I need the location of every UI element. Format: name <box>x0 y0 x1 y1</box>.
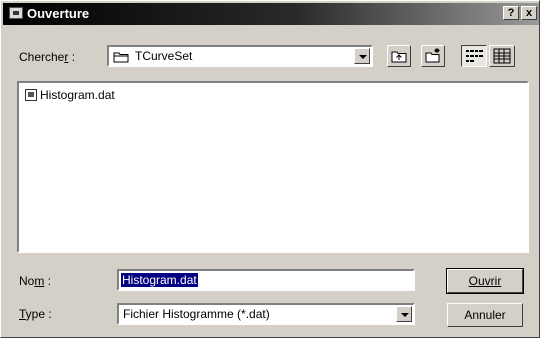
title-bar[interactable]: Ouverture ? x <box>3 3 539 25</box>
file-list[interactable]: Histogram.dat <box>17 81 529 253</box>
filetype-label: Type : <box>19 307 52 321</box>
filetype-label-text: ype : <box>25 307 52 321</box>
help-button[interactable]: ? <box>503 6 519 20</box>
file-item-label: Histogram.dat <box>40 88 115 102</box>
filetype-value: Fichier Histogramme (*.dat) <box>123 307 270 321</box>
filetype-label-accel: T <box>19 307 26 321</box>
document-icon <box>25 89 37 101</box>
lookin-label-colon: : <box>68 50 76 64</box>
open-dialog: Ouverture ? x Chercher : TCurveSet Histo… <box>0 0 540 338</box>
details-view-icon <box>493 48 511 64</box>
filetype-dropdown-arrow[interactable] <box>396 306 412 322</box>
open-button-label: Ouvrir <box>468 274 502 288</box>
details-view-button[interactable] <box>489 45 515 67</box>
filename-input[interactable]: Histogram.dat <box>117 269 415 291</box>
lookin-label-text: Cherche <box>19 50 65 64</box>
filename-label-text: No <box>19 274 35 288</box>
lookin-label: Chercher : <box>19 50 75 64</box>
folder-icon <box>113 52 129 63</box>
filename-label-colon: : <box>44 274 52 288</box>
list-view-button[interactable] <box>461 45 487 67</box>
lookin-dropdown-arrow[interactable] <box>354 48 370 64</box>
close-button[interactable]: x <box>521 6 537 20</box>
filename-label-accel: m <box>34 274 45 288</box>
filename-label: Nom : <box>19 274 51 288</box>
filename-value: Histogram.dat <box>121 273 198 287</box>
open-button[interactable]: Ouvrir <box>446 268 524 294</box>
up-folder-button[interactable] <box>387 45 411 67</box>
lookin-combo[interactable]: TCurveSet <box>107 45 373 67</box>
new-folder-button[interactable] <box>421 45 445 67</box>
up-folder-icon <box>391 51 407 63</box>
app-icon <box>9 7 23 19</box>
filetype-combo[interactable]: Fichier Histogramme (*.dat) <box>117 303 415 325</box>
dialog-title: Ouverture <box>27 6 90 21</box>
file-item[interactable]: Histogram.dat <box>25 87 115 103</box>
new-folder-icon <box>425 48 440 63</box>
list-view-icon <box>466 50 483 62</box>
cancel-button[interactable]: Annuler <box>447 303 523 327</box>
lookin-value: TCurveSet <box>135 49 193 63</box>
